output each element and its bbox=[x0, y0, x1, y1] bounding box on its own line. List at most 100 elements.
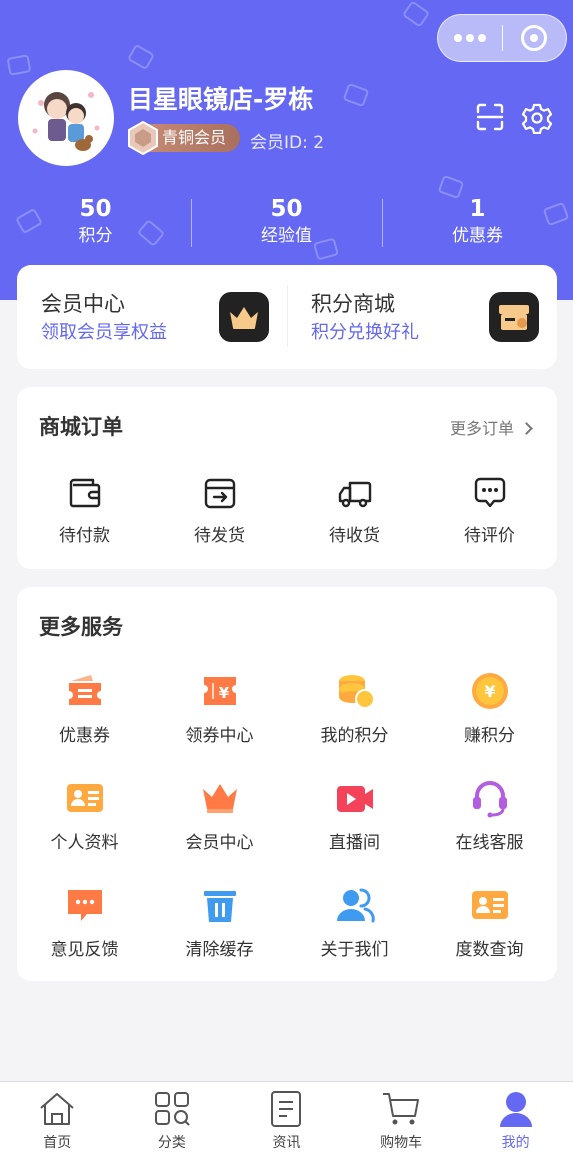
decor-shape bbox=[6, 54, 32, 76]
order-label: 待付款 bbox=[59, 526, 110, 546]
decor-shape bbox=[342, 82, 370, 108]
svg-text:¥: ¥ bbox=[484, 682, 495, 701]
orders-title: 商城订单 bbox=[39, 415, 123, 439]
service-coupons[interactable]: 优惠券 bbox=[17, 671, 152, 778]
order-label: 待发货 bbox=[194, 526, 245, 546]
order-pending-receipt[interactable]: 待收货 bbox=[287, 475, 422, 546]
stat-points[interactable]: 50 积分 bbox=[0, 195, 191, 251]
comment-icon bbox=[474, 477, 505, 508]
cart-icon bbox=[383, 1093, 420, 1125]
gear-icon[interactable] bbox=[521, 102, 553, 134]
service-online-support[interactable]: 在线客服 bbox=[422, 778, 557, 885]
close-miniprogram-icon[interactable] bbox=[503, 25, 567, 51]
coupon-icon bbox=[68, 675, 101, 705]
svg-text:¥: ¥ bbox=[218, 684, 229, 702]
service-label: 清除缓存 bbox=[185, 940, 254, 960]
service-clear-cache[interactable]: 清除缓存 bbox=[152, 885, 287, 992]
service-prescription-lookup[interactable]: 度数查询 bbox=[422, 885, 557, 992]
id-card-icon bbox=[471, 891, 508, 919]
service-label: 会员中心 bbox=[185, 833, 254, 853]
stat-label: 优惠券 bbox=[452, 226, 503, 246]
service-coupon-center[interactable]: ¥ 领券中心 bbox=[152, 671, 287, 778]
order-label: 待收货 bbox=[329, 526, 380, 546]
service-label: 个人资料 bbox=[50, 833, 119, 853]
category-icon bbox=[154, 1092, 190, 1126]
service-label: 在线客服 bbox=[455, 833, 524, 853]
crown-icon bbox=[202, 784, 237, 813]
member-id: 会员ID: 2 bbox=[250, 133, 325, 153]
decor-shape bbox=[401, 0, 431, 28]
service-label: 赚积分 bbox=[464, 726, 515, 746]
service-my-points[interactable]: 我的积分 bbox=[287, 671, 422, 778]
stat-value: 50 bbox=[270, 196, 303, 222]
feedback-icon bbox=[67, 890, 102, 921]
promo-card: 会员中心 领取会员享权益 积分商城 积分兑换好礼 bbox=[17, 265, 557, 369]
stat-value: 1 bbox=[469, 196, 486, 222]
stats-bar: 50 积分 50 经验值 1 优惠券 bbox=[0, 195, 573, 251]
service-label: 意见反馈 bbox=[50, 940, 119, 960]
service-label: 关于我们 bbox=[320, 940, 389, 960]
tab-label: 首页 bbox=[43, 1135, 72, 1151]
stat-experience[interactable]: 50 经验值 bbox=[191, 195, 382, 251]
services-card: 更多服务 优惠券 ¥ 领券中心 我的积分 ¥ 赚积分 个人资料 会员中心 直播间… bbox=[17, 587, 557, 981]
service-member-center[interactable]: 会员中心 bbox=[152, 778, 287, 885]
ticket-icon: ¥ bbox=[203, 677, 236, 705]
stat-label: 经验值 bbox=[261, 226, 312, 246]
trash-icon bbox=[203, 891, 236, 922]
scan-icon[interactable] bbox=[475, 102, 505, 132]
box-out-icon bbox=[204, 478, 235, 509]
service-label: 优惠券 bbox=[59, 726, 110, 746]
bronze-medal-icon bbox=[128, 121, 158, 155]
promo-member-center[interactable]: 会员中心 领取会员享权益 bbox=[17, 265, 287, 369]
services-title: 更多服务 bbox=[39, 615, 123, 639]
tab-label: 购物车 bbox=[380, 1135, 423, 1151]
stat-coupons[interactable]: 1 优惠券 bbox=[382, 195, 573, 251]
chevron-right-icon bbox=[520, 422, 533, 435]
yen-coin-icon: ¥ bbox=[471, 673, 508, 709]
profile-header: 目星眼镜店-罗栋 青铜会员 会员ID: 2 50 积分 50 经验值 1 优惠券 bbox=[0, 0, 573, 300]
order-pending-payment[interactable]: 待付款 bbox=[17, 475, 152, 546]
more-orders-link[interactable]: 更多订单 bbox=[449, 415, 533, 439]
avatar[interactable] bbox=[18, 70, 114, 166]
service-earn-points[interactable]: ¥ 赚积分 bbox=[422, 671, 557, 778]
service-label: 直播间 bbox=[329, 833, 380, 853]
home-icon bbox=[40, 1093, 74, 1125]
more-menu-icon[interactable] bbox=[438, 34, 502, 42]
id-card-icon bbox=[66, 784, 103, 812]
order-pending-review[interactable]: 待评价 bbox=[422, 475, 557, 546]
stat-label: 积分 bbox=[78, 226, 113, 246]
coins-icon bbox=[338, 675, 375, 709]
truck-icon bbox=[338, 481, 371, 508]
user-nickname: 目星眼镜店-罗栋 bbox=[128, 85, 314, 114]
promo-points-mall[interactable]: 积分商城 积分兑换好礼 bbox=[287, 265, 557, 369]
user-icon bbox=[499, 1092, 532, 1127]
tab-label: 资讯 bbox=[272, 1135, 301, 1151]
tab-news[interactable]: 资讯 bbox=[229, 1082, 344, 1167]
more-orders-label: 更多订单 bbox=[449, 419, 514, 438]
users-icon bbox=[336, 888, 375, 923]
orders-card: 商城订单 更多订单 待付款 待发货 待收货 待评价 bbox=[17, 387, 557, 569]
tab-label: 我的 bbox=[501, 1135, 530, 1151]
service-live-room[interactable]: 直播间 bbox=[287, 778, 422, 885]
order-pending-shipment[interactable]: 待发货 bbox=[152, 475, 287, 546]
wallet-icon bbox=[69, 478, 100, 508]
tab-mine[interactable]: 我的 bbox=[458, 1082, 573, 1167]
service-label: 我的积分 bbox=[320, 726, 389, 746]
tab-category[interactable]: 分类 bbox=[115, 1082, 230, 1167]
tab-home[interactable]: 首页 bbox=[0, 1082, 115, 1167]
service-label: 度数查询 bbox=[455, 940, 524, 960]
decor-shape bbox=[126, 43, 156, 71]
bottom-tabbar: 首页 分类 资讯 购物车 我的 bbox=[0, 1081, 573, 1167]
stat-value: 50 bbox=[79, 196, 112, 222]
mini-program-capsule bbox=[437, 14, 567, 62]
news-icon bbox=[271, 1091, 302, 1127]
service-label: 领券中心 bbox=[185, 726, 254, 746]
order-label: 待评价 bbox=[464, 526, 515, 546]
service-about-us[interactable]: 关于我们 bbox=[287, 885, 422, 992]
service-feedback[interactable]: 意见反馈 bbox=[17, 885, 152, 992]
headset-icon bbox=[472, 781, 507, 818]
service-profile[interactable]: 个人资料 bbox=[17, 778, 152, 885]
tab-cart[interactable]: 购物车 bbox=[344, 1082, 459, 1167]
store-icon bbox=[489, 292, 539, 342]
crown-icon bbox=[219, 292, 269, 342]
